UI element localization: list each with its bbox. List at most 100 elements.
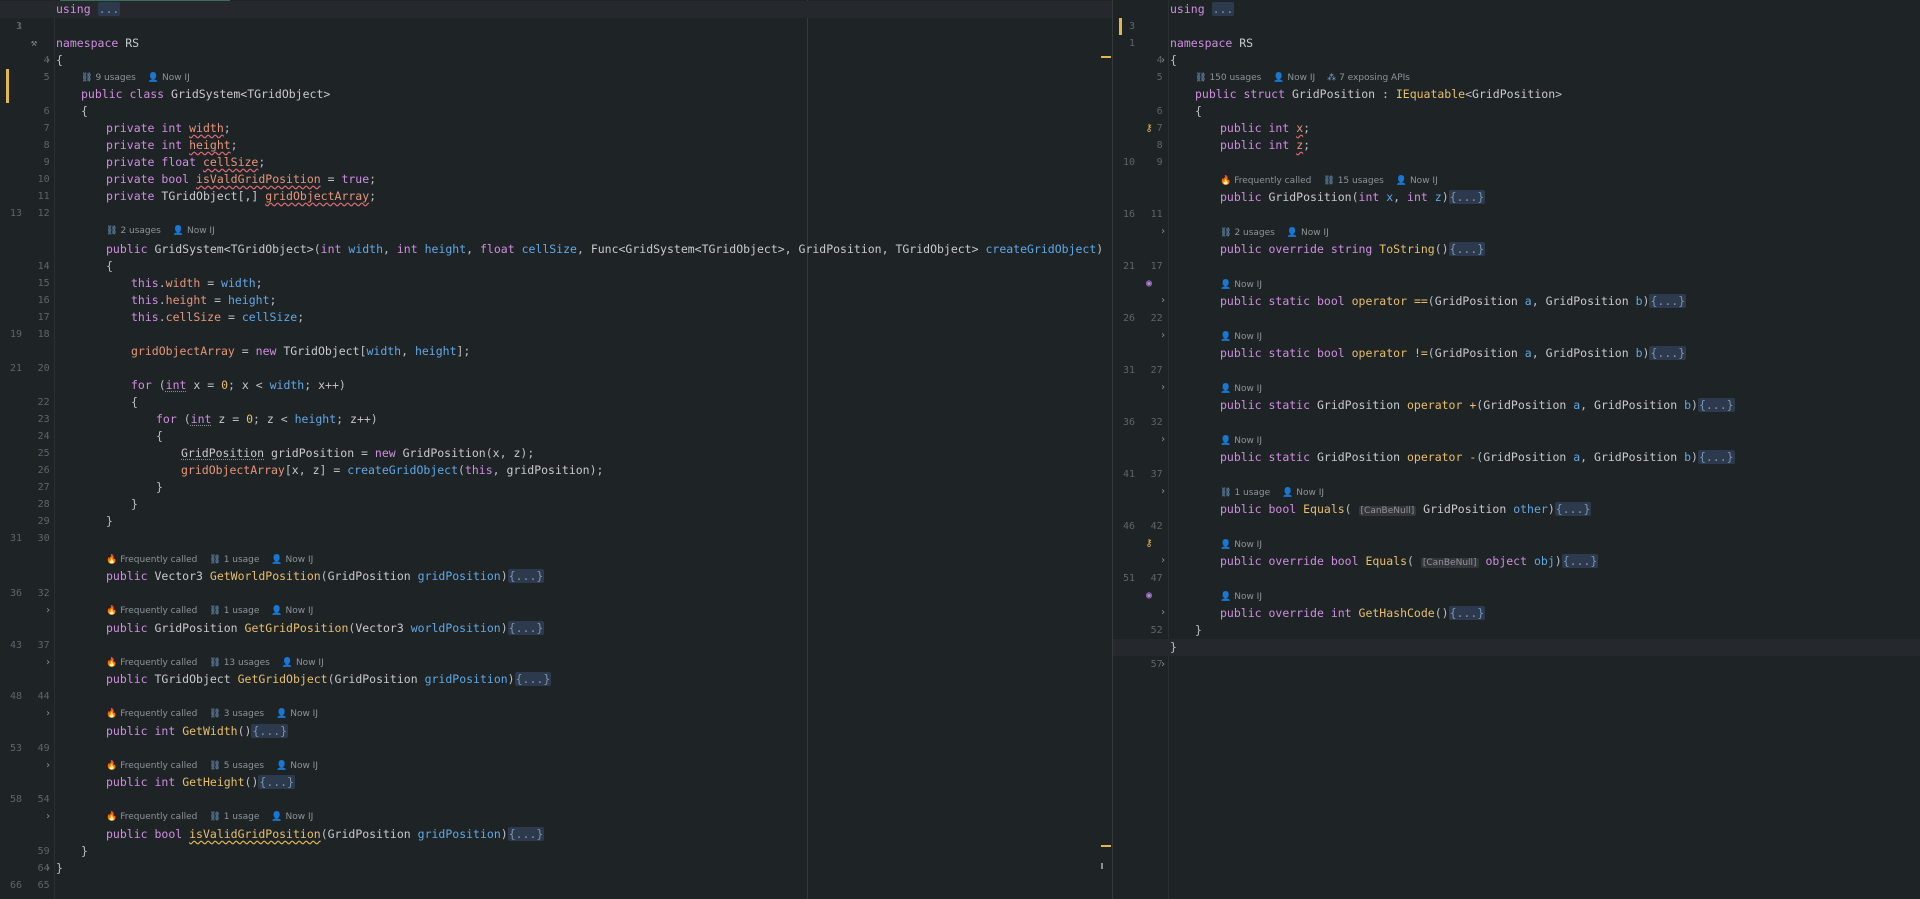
collapsed-region[interactable]: {...} xyxy=(1697,398,1735,412)
code-vision-hint[interactable]: 👤 Now IJ xyxy=(1220,278,1271,293)
author-hint[interactable]: Now IJ xyxy=(1296,488,1324,498)
code-line[interactable]: 31 xyxy=(0,530,1112,547)
collapsed-region[interactable]: {...} xyxy=(507,621,545,635)
code-vision-hint[interactable]: ⛓ 1 usage 👤 Now IJ xyxy=(1220,486,1333,501)
usages-hint[interactable]: 1 usage xyxy=(224,555,260,565)
code-line[interactable]: 47 ◉ › public override bool Equals( [Can… xyxy=(1113,553,1920,618)
right-editor-pane[interactable]: 1 › using ... 3 4 namespace RS 5 { ⛓ 150 … xyxy=(1113,0,1920,899)
author-hint[interactable]: Now IJ xyxy=(1234,540,1262,550)
code-line[interactable]: 5 { xyxy=(1113,52,1920,83)
code-line[interactable]: 32 › public static GridPosition operator… xyxy=(1113,397,1920,445)
code-line[interactable]: 15 { xyxy=(0,258,1112,289)
code-line[interactable]: 11 private bool isValdGridPosition = tru… xyxy=(0,171,1112,202)
collapsed-region[interactable]: {...} xyxy=(507,569,545,583)
code-line[interactable]: 57 } xyxy=(1113,639,1920,670)
author-hint[interactable]: Now IJ xyxy=(286,606,314,616)
collapsed-region[interactable]: {...} xyxy=(1448,190,1486,204)
code-line[interactable]: 26 xyxy=(1113,310,1920,327)
author-hint[interactable]: Now IJ xyxy=(1287,73,1315,83)
expand-icon[interactable]: › xyxy=(1158,431,1168,448)
code-line[interactable]: 6 public class GridSystem<TGridObject> xyxy=(0,86,1112,117)
code-line[interactable]: 12 private TGridObject[,] gridObjectArra… xyxy=(0,188,1112,219)
collapsed-region[interactable]: {...} xyxy=(1649,294,1687,308)
frequency-hint[interactable]: Frequently called xyxy=(120,709,197,719)
code-line[interactable]: 8 private int width; xyxy=(0,120,1112,151)
code-vision-hint[interactable]: ⛓ 150 usages 👤 Now IJ ⁂ 7 exposing APIs xyxy=(1195,71,1419,86)
code-line[interactable]: 5 { xyxy=(0,52,1112,103)
code-line[interactable]: 29 } xyxy=(0,496,1112,527)
code-line[interactable]: 28 } xyxy=(0,479,1112,510)
code-line[interactable]: 48 xyxy=(0,688,1112,705)
code-vision-hint[interactable]: 🔥 Frequently called ⛓ 1 usage 👤 Now IJ xyxy=(106,604,322,619)
code-line[interactable]: 3 xyxy=(1113,18,1920,35)
code-line[interactable]: 37 › public GridPosition GetGridPosition… xyxy=(0,620,1112,668)
code-line[interactable]: 64 } xyxy=(0,843,1112,874)
author-hint[interactable]: Now IJ xyxy=(162,73,190,83)
collapsed-region[interactable]: {...} xyxy=(251,724,289,738)
implements-icon[interactable]: ⚷ xyxy=(1144,535,1154,552)
code-line[interactable]: 43 xyxy=(0,637,1112,654)
code-vision-hint[interactable]: 🔥 Frequently called ⛓ 1 usage 👤 Now IJ xyxy=(106,553,322,568)
code-vision-hint[interactable]: 👤 Now IJ xyxy=(1220,590,1271,605)
author-hint[interactable]: Now IJ xyxy=(290,709,318,719)
code-line[interactable]: 42 ⚷ › public bool Equals( [CanBeNull] G… xyxy=(1113,501,1920,566)
author-hint[interactable]: Now IJ xyxy=(286,555,314,565)
usages-hint[interactable]: 1 usage xyxy=(224,606,260,616)
collapsed-region[interactable]: ... xyxy=(97,2,121,16)
expand-icon[interactable]: › xyxy=(43,705,53,722)
code-line[interactable]: 16 xyxy=(1113,206,1920,223)
code-line[interactable]: 6 ⚷ public struct GridPosition : IEquata… xyxy=(1113,86,1920,134)
code-line[interactable]: 49 › public int GetWidth(){...} xyxy=(0,723,1112,771)
author-hint[interactable]: Now IJ xyxy=(290,761,318,771)
code-line[interactable]: 31 xyxy=(1113,362,1920,379)
code-line[interactable]: 22 for (int x = 0; x < width; x++) xyxy=(0,377,1112,408)
code-line[interactable]: 59 › public bool isValidGridPosition(Gri… xyxy=(0,826,1112,874)
code-line[interactable]: 11 › public GridPosition(int x, int z){.… xyxy=(1113,189,1920,237)
usages-hint[interactable]: 150 usages xyxy=(1209,73,1261,83)
code-vision-hint[interactable]: 🔥 Frequently called ⛓ 13 usages 👤 Now IJ xyxy=(106,656,333,671)
code-vision-hint[interactable]: 👤 Now IJ xyxy=(1220,434,1271,449)
usages-hint[interactable]: 5 usages xyxy=(224,761,264,771)
code-vision-hint[interactable]: 👤 Now IJ xyxy=(1220,382,1271,397)
code-line[interactable]: 8 public int x; xyxy=(1113,120,1920,151)
code-line[interactable]: 36 xyxy=(0,585,1112,602)
expand-icon[interactable]: › xyxy=(1158,327,1168,344)
author-hint[interactable]: Now IJ xyxy=(1410,176,1438,186)
code-line[interactable]: 46 xyxy=(1113,518,1920,535)
code-vision-hint[interactable]: 🔥 Frequently called ⛓ 1 usage 👤 Now IJ xyxy=(106,810,322,825)
expand-icon[interactable]: › xyxy=(1158,223,1168,240)
collapsed-region[interactable]: ... xyxy=(1211,2,1235,16)
code-vision-hint[interactable]: ⛓ 9 usages 👤 Now IJ xyxy=(81,71,199,86)
author-hint[interactable]: Now IJ xyxy=(296,658,324,668)
exposing-apis-hint[interactable]: 7 exposing APIs xyxy=(1339,73,1410,83)
collapsed-region[interactable]: {...} xyxy=(1448,606,1486,620)
expand-icon[interactable]: › xyxy=(1158,379,1168,396)
code-line[interactable]: 24 for (int z = 0; z < height; z++) xyxy=(0,411,1112,442)
code-line[interactable]: 52 ◉ › public override int GetHashCode()… xyxy=(1113,605,1920,670)
frequency-hint[interactable]: Frequently called xyxy=(1234,176,1311,186)
usages-hint[interactable]: 3 usages xyxy=(224,709,264,719)
code-line[interactable]: 51 xyxy=(1113,570,1920,587)
code-line[interactable]: 3 xyxy=(0,18,1112,35)
code-line[interactable]: 53 xyxy=(0,740,1112,757)
code-line[interactable]: 7 { xyxy=(0,103,1112,134)
code-line[interactable]: 10 xyxy=(1113,154,1920,171)
code-line[interactable]: 21 xyxy=(0,360,1112,377)
author-hint[interactable]: Now IJ xyxy=(1234,280,1262,290)
code-line[interactable]: 14 public GridSystem<TGridObject>(int wi… xyxy=(0,241,1112,272)
left-editor-pane[interactable]: ⚠2 ✔6 ∿1 ↑ ↓ 1 ⚒ › using ... 3 4 namespa… xyxy=(0,0,1112,899)
frequency-hint[interactable]: Frequently called xyxy=(120,658,197,668)
code-line[interactable]: 16 this.width = width; xyxy=(0,275,1112,306)
expand-icon[interactable]: › xyxy=(43,757,53,774)
code-line[interactable]: 19 xyxy=(0,326,1112,343)
code-vision-hint[interactable]: 🔥 Frequently called ⛓ 15 usages 👤 Now IJ xyxy=(1220,174,1447,189)
code-line[interactable]: 7 { xyxy=(1113,103,1920,134)
author-hint[interactable]: Now IJ xyxy=(1234,332,1262,342)
code-line[interactable]: 41 xyxy=(1113,466,1920,483)
code-line[interactable]: 23 { xyxy=(0,394,1112,425)
code-line[interactable]: 4 namespace RS xyxy=(0,35,1112,86)
expand-icon[interactable]: › xyxy=(1158,483,1168,500)
code-line[interactable]: 20 gridObjectArray = new TGridObject[wid… xyxy=(0,343,1112,374)
usages-hint[interactable]: 1 usage xyxy=(224,812,260,822)
expand-icon[interactable]: › xyxy=(43,654,53,671)
